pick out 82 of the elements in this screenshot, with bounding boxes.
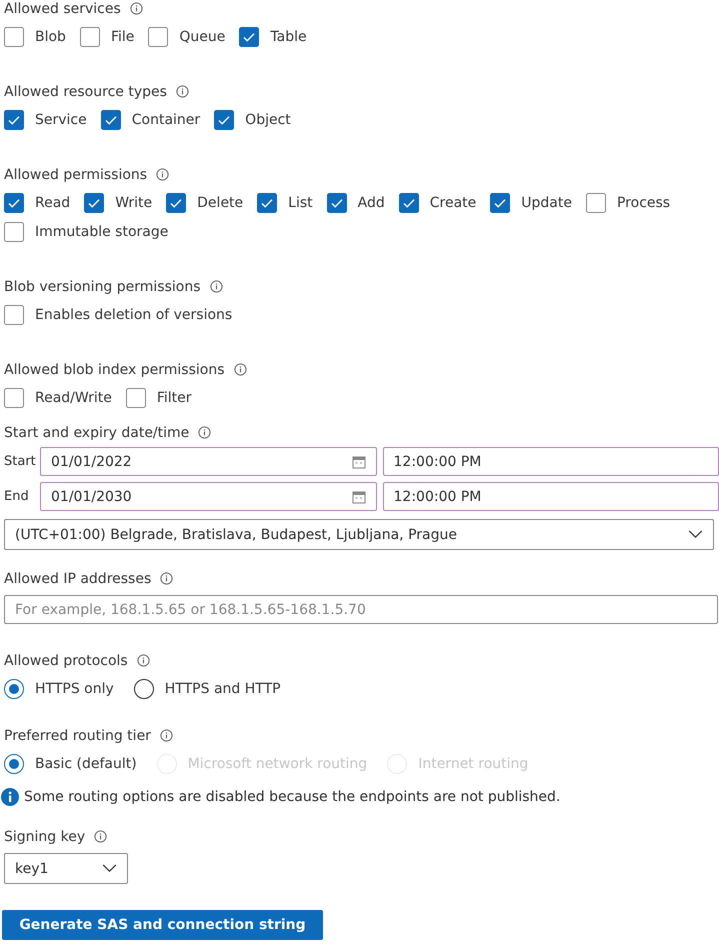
info-message: Some routing options are disabled because the endpoints are not published. [24,789,560,805]
checkbox-label: Create [430,195,476,211]
info-icon[interactable] [160,572,174,585]
info-icon[interactable] [210,280,223,293]
info-icon[interactable] [156,168,170,181]
section-label: Blob versioning permissions [4,278,201,294]
checkbox-label: List [288,195,313,211]
checkbox[interactable] [4,305,24,325]
checkbox[interactable] [100,110,121,130]
checkbox[interactable] [490,193,510,213]
timezone-dropdown[interactable]: (UTC+01:00) Belgrade, Bratislava, Budapest, Ljubljana, Prague [4,519,714,550]
section-label: Start and expiry date/time [4,424,190,440]
date-field[interactable]: 01/01/2022 [40,447,376,476]
info-icon[interactable] [94,830,108,843]
time-field[interactable]: 12:00:00 PM [382,482,719,511]
info-icon[interactable] [130,2,143,15]
checkbox[interactable] [257,193,278,213]
info-icon[interactable] [234,363,246,376]
calendar-icon[interactable] [352,454,366,468]
info-icon[interactable] [160,729,173,742]
checkbox[interactable] [4,110,24,130]
checkbox[interactable] [148,27,168,47]
checkbox[interactable] [4,193,24,213]
section-label: Signing key [4,828,86,844]
row-label: End [4,489,30,504]
section-label: Allowed blob index permissions [4,362,224,378]
row-label: Start [4,454,34,469]
checkbox-label: Service [35,112,87,128]
info-icon[interactable] [198,426,212,439]
section-label: Allowed IP addresses [4,570,152,586]
checkbox-label: Delete [197,195,244,211]
checkbox-label: Enables deletion of versions [35,307,232,323]
time-field[interactable]: 12:00:00 PM [382,447,719,476]
section-label: Allowed services [4,0,121,16]
checkbox[interactable] [84,193,104,213]
radio-label: HTTPS and HTTP [164,681,281,697]
signing-key-dropdown[interactable]: key1 [4,853,128,884]
checkbox[interactable] [126,388,146,408]
checkbox[interactable] [586,193,606,213]
checkbox-label: Filter [156,390,192,406]
checkbox[interactable] [166,193,186,213]
checkbox-label: Queue [179,29,226,45]
checkbox-label: Blob [35,29,66,45]
info-icon[interactable] [136,654,150,667]
generate-sas-button[interactable]: Generate SAS and connection string [2,910,323,940]
info-icon [1,788,19,806]
checkbox-label: Process [616,195,670,211]
checkbox-label: Immutable storage [35,224,168,240]
checkbox-label: File [110,29,134,45]
checkbox[interactable] [214,110,234,130]
ip-address-field[interactable]: For example, 168.1.5.65 or 168.1.5.65-168.1.5.70 [4,595,718,624]
radio-button[interactable] [134,679,154,699]
section-label: Allowed permissions [4,166,148,182]
radio-button[interactable] [4,679,24,699]
chevron-down-icon [102,864,117,873]
section-label: Allowed protocols [4,652,128,668]
section-label: Preferred routing tier [4,728,151,744]
radio-label: HTTPS only [35,681,114,697]
checkbox[interactable] [4,27,24,47]
checkbox-label: Object [245,112,291,128]
info-icon[interactable] [176,85,189,98]
date-field[interactable]: 01/01/2030 [40,482,376,511]
checkbox[interactable] [326,193,347,213]
calendar-icon[interactable] [352,490,366,504]
checkbox-label: Container [132,112,200,128]
checkbox-label: Update [521,195,572,211]
radio-label: Internet routing [418,756,528,772]
checkbox-label: Write [115,195,152,211]
checkbox[interactable] [239,27,260,47]
chevron-down-icon [688,530,703,539]
checkbox[interactable] [398,193,419,213]
radio-label: Basic (default) [35,756,137,772]
checkbox[interactable] [4,388,24,408]
section-label: Allowed resource types [4,84,167,100]
checkbox-label: Add [358,195,385,211]
radio-button[interactable] [4,754,24,774]
checkbox[interactable] [4,222,24,242]
checkbox-label: Read [35,195,70,211]
radio-label: Microsoft network routing [188,756,368,772]
checkbox[interactable] [80,27,100,47]
checkbox-label: Read/Write [35,390,112,406]
checkbox-label: Table [270,29,307,45]
